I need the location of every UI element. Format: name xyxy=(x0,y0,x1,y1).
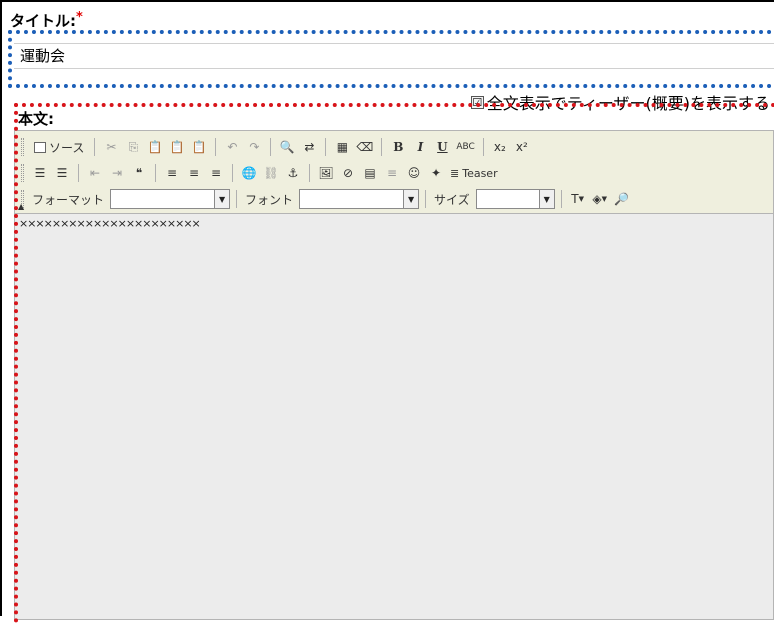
required-mark: * xyxy=(76,10,83,25)
format-select-field xyxy=(111,190,214,208)
strikethrough-button[interactable]: ABC xyxy=(454,137,476,157)
outdent-icon[interactable]: ⇤ xyxy=(85,163,105,183)
flash-icon[interactable]: ⊘ xyxy=(338,163,358,183)
toolbar-separator xyxy=(309,164,310,182)
blockquote-icon[interactable]: ❝ xyxy=(129,163,149,183)
unordered-list-icon[interactable]: ☰ xyxy=(52,163,72,183)
toolbar-separator xyxy=(560,190,562,208)
image-icon[interactable]: 🖼 xyxy=(316,163,336,183)
toolbar-separator xyxy=(94,138,96,156)
align-center-icon[interactable]: ≡ xyxy=(184,163,204,183)
align-left-icon[interactable]: ≡ xyxy=(162,163,182,183)
horizontal-rule-icon[interactable]: ≡ xyxy=(382,163,402,183)
size-label: サイズ xyxy=(434,192,470,207)
text-color-glyph: T xyxy=(571,192,579,206)
redo-icon[interactable]: ↷ xyxy=(244,137,264,157)
source-button[interactable]: ソース xyxy=(30,137,88,157)
italic-button[interactable]: I xyxy=(410,137,430,157)
undo-icon[interactable]: ↶ xyxy=(222,137,242,157)
toolbar-row-3: フォーマット ▼ フォント ▼ サイズ ▼ T ▼ ◈ ▼ 🔎 xyxy=(19,187,632,211)
toolbar-separator xyxy=(232,164,233,182)
title-label: タイトル:* xyxy=(10,10,83,31)
teaser-break-label: Teaser xyxy=(462,166,498,180)
background-color-glyph: ◈ xyxy=(592,192,602,206)
chevron-down-icon[interactable]: ▼ xyxy=(403,190,419,208)
bold-button[interactable]: B xyxy=(388,137,408,157)
underline-button[interactable]: U xyxy=(432,137,452,157)
text-color-icon[interactable]: T ▼ xyxy=(568,189,588,209)
format-label: フォーマット xyxy=(32,192,105,207)
teaser-option[interactable]: ☑ 全文表示でティーザー(概要)を表示する xyxy=(470,90,770,114)
size-select-field xyxy=(477,190,539,208)
toolbar-separator xyxy=(155,164,156,182)
paste-icon[interactable]: 📋 xyxy=(145,137,165,157)
toolbar-grip xyxy=(21,164,24,182)
toolbar-separator xyxy=(236,190,238,208)
chevron-down-icon: ▼ xyxy=(578,195,585,203)
link-icon[interactable]: 🌐 xyxy=(239,163,259,183)
teaser-checkbox[interactable]: ☑ xyxy=(470,95,484,109)
toolbar-grip xyxy=(21,138,24,156)
editor-content-area[interactable]: ×××××××××××××××××××××× xyxy=(15,214,773,619)
toolbar-row-1: ソース ✂ ⎘ 📋 📋 📋 ↶ ↷ 🔍 ⇄ ▦ ⌫ B I U ABC x₂ x… xyxy=(19,135,532,159)
toolbar-separator xyxy=(425,190,427,208)
collapse-toolbar-icon[interactable]: ▲ xyxy=(18,202,24,211)
chevron-down-icon[interactable]: ▼ xyxy=(214,190,230,208)
rich-text-editor: ソース ✂ ⎘ 📋 📋 📋 ↶ ↷ 🔍 ⇄ ▦ ⌫ B I U ABC x₂ x… xyxy=(14,130,774,620)
editor-content-text: ×××××××××××××××××××××× xyxy=(19,217,201,230)
remove-format-icon[interactable]: ⌫ xyxy=(354,137,375,157)
copy-icon[interactable]: ⎘ xyxy=(123,137,143,157)
align-right-icon[interactable]: ≡ xyxy=(206,163,226,183)
title-input[interactable]: 運動会 xyxy=(14,43,774,69)
source-icon xyxy=(34,141,46,153)
toolbar-separator xyxy=(482,138,484,156)
toolbar-separator xyxy=(78,164,79,182)
font-label: フォント xyxy=(245,192,294,207)
toolbar-separator xyxy=(325,138,327,156)
unlink-icon[interactable]: ⛓ xyxy=(261,163,281,183)
smiley-icon[interactable]: ☺ xyxy=(404,163,424,183)
teaser-checkbox-label: 全文表示でティーザー(概要)を表示する xyxy=(486,94,770,113)
background-color-icon[interactable]: ◈ ▼ xyxy=(590,189,610,209)
chevron-down-icon: ▼ xyxy=(601,195,607,203)
font-select[interactable]: ▼ xyxy=(299,189,420,209)
select-all-icon[interactable]: ▦ xyxy=(332,137,352,157)
chevron-down-icon[interactable]: ▼ xyxy=(538,190,554,208)
toolbar-separator xyxy=(381,138,383,156)
toolbar-row-2: ☰ ☰ ⇤ ⇥ ❝ ≡ ≡ ≡ 🌐 ⛓ ⚓ 🖼 ⊘ ▤ ≡ ☺ ✦ ≣ Teas… xyxy=(19,161,500,185)
find-icon[interactable]: 🔍 xyxy=(277,137,297,157)
ordered-list-icon[interactable]: ☰ xyxy=(30,163,50,183)
size-select[interactable]: ▼ xyxy=(475,189,555,209)
toolbar-separator xyxy=(215,138,217,156)
teaser-break-icon: ≣ xyxy=(450,166,460,180)
anchor-icon[interactable]: ⚓ xyxy=(283,163,303,183)
subscript-button[interactable]: x₂ xyxy=(490,137,510,157)
cut-icon[interactable]: ✂ xyxy=(101,137,121,157)
format-select[interactable]: ▼ xyxy=(110,189,231,209)
paste-text-icon[interactable]: 📋 xyxy=(167,137,187,157)
superscript-button[interactable]: x² xyxy=(512,137,532,157)
source-label: ソース xyxy=(49,140,85,155)
paste-word-icon[interactable]: 📋 xyxy=(189,137,209,157)
teaser-break-button[interactable]: ≣ Teaser xyxy=(448,163,500,183)
indent-icon[interactable]: ⇥ xyxy=(107,163,127,183)
title-label-text: タイトル: xyxy=(10,12,76,30)
editor-toolbar: ソース ✂ ⎘ 📋 📋 📋 ↶ ↷ 🔍 ⇄ ▦ ⌫ B I U ABC x₂ x… xyxy=(15,131,773,214)
font-select-field xyxy=(300,190,403,208)
toolbar-separator xyxy=(270,138,272,156)
preview-icon[interactable]: 🔎 xyxy=(612,189,632,209)
table-icon[interactable]: ▤ xyxy=(360,163,380,183)
replace-icon[interactable]: ⇄ xyxy=(299,137,319,157)
body-label: 本文: xyxy=(18,110,54,128)
special-char-icon[interactable]: ✦ xyxy=(426,163,446,183)
